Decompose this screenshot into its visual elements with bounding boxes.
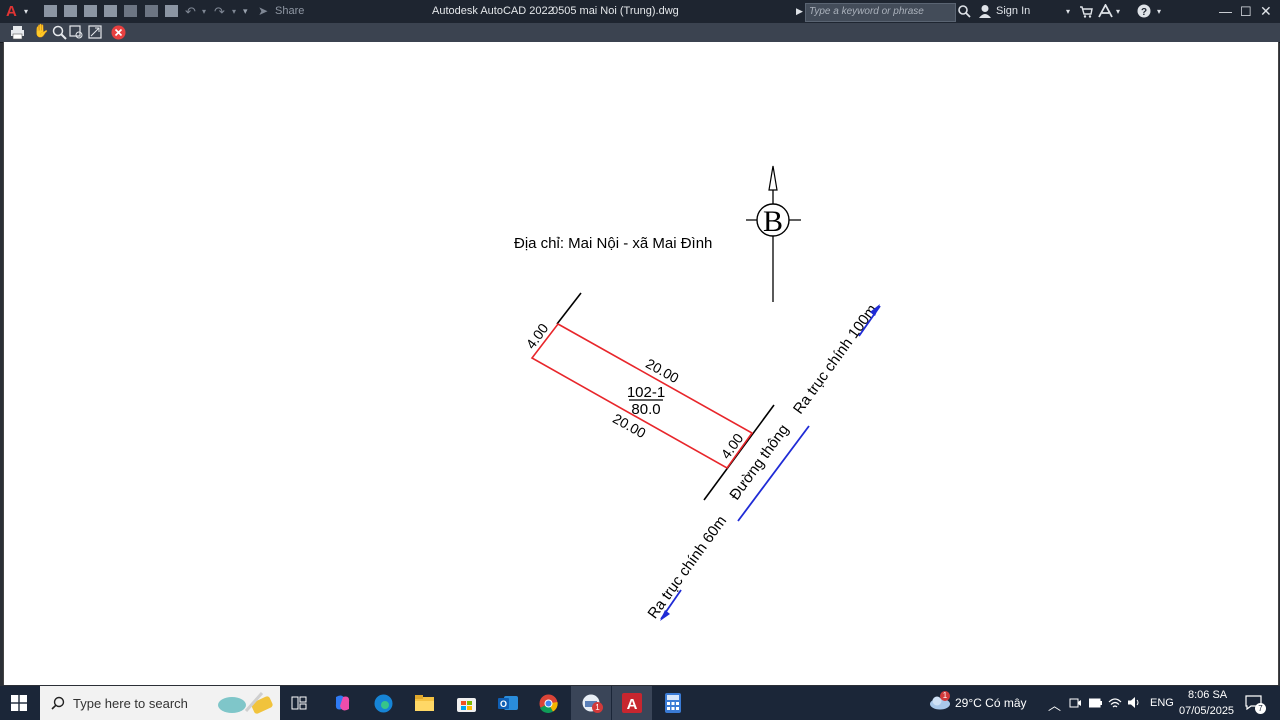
sign-in-dropdown-icon[interactable]: ▾ [1066,0,1070,23]
taskbar-search-placeholder: Type here to search [73,696,188,711]
edge-app[interactable] [363,686,403,720]
share-icon[interactable]: ➤ [258,0,268,23]
help-icon[interactable]: ? [1137,4,1151,18]
clock-date[interactable]: 07/05/2025 [1179,705,1234,717]
title-bar: A ▾ ↶ ▾ ↷ ▾ ▾ ➤ Share Autodesk AutoCAD 2… [0,0,1280,23]
file-name: 0505 mai Noi (Trung).dwg [552,5,679,17]
outlook-app[interactable]: O [487,686,527,720]
outlook-icon: O [498,696,518,710]
user-icon[interactable] [978,4,992,18]
north-label: B [763,205,783,238]
copilot-icon [335,695,350,711]
close-window-icon[interactable]: ✕ [1260,0,1272,23]
plot-icon[interactable] [165,5,178,17]
search-icon[interactable] [958,5,971,18]
weather-text[interactable]: 29°C Có mây [955,696,1027,710]
edge-icon [374,694,393,713]
minimize-icon[interactable]: — [1219,0,1232,23]
drawing-svg: B Địa chỉ: Mai Nội - xã Mai Đình 102-1 8… [514,165,881,622]
boundary-line-top [556,292,582,325]
svg-text:O: O [500,699,507,709]
save-icon[interactable] [84,5,97,17]
pan-hand-icon[interactable]: ✋ [33,23,49,38]
open-file-icon[interactable] [64,5,77,17]
wifi-icon[interactable] [1108,696,1122,709]
mail-app[interactable]: 1 [571,686,611,720]
task-view-icon[interactable] [291,696,307,710]
autocad-app[interactable]: A [612,686,652,720]
open-from-web-icon[interactable] [124,5,137,17]
store-app[interactable] [446,686,486,720]
zoom-window-icon[interactable] [69,25,84,40]
preview-toolbar: ✋ [0,23,1280,43]
zoom-icon[interactable] [52,25,67,40]
file-explorer-app[interactable] [404,686,444,720]
store-icon [457,698,476,712]
folder-icon [415,695,434,711]
clock-time[interactable]: 8:06 SA [1188,689,1227,701]
undo-dropdown-icon[interactable]: ▾ [202,0,206,23]
calculator-icon [665,693,681,713]
chrome-app[interactable] [528,686,568,720]
volume-icon[interactable] [1127,696,1141,709]
expand-search-icon[interactable]: ▶ [796,0,803,23]
battery-icon[interactable] [1089,698,1102,708]
svg-text:?: ? [1141,7,1147,18]
weather-badge: 1 [940,691,950,701]
windows-start-icon[interactable] [11,695,27,711]
customize-toolbar-icon[interactable]: ▾ [243,0,248,23]
autocad-taskbar-icon: A [622,693,642,713]
road-direction-bottom-label: Ra trục chính 60m [644,513,730,622]
windows-taskbar: Type here to search O 1 A 1 29°C Có mây … [0,686,1280,720]
redo-icon[interactable]: ↷ [214,0,225,23]
mail-badge: 1 [592,702,603,713]
sign-in-button[interactable]: Sign In [996,0,1030,23]
help-search-placeholder: Type a keyword or phrase [809,6,924,17]
dimension-top-side: 20.00 [643,355,682,386]
new-file-icon[interactable] [44,5,57,17]
cart-icon[interactable] [1079,5,1093,18]
search-highlight-icon [218,692,273,714]
autodesk-a360-icon[interactable] [1098,4,1113,18]
help-dropdown-icon[interactable]: ▾ [1157,0,1161,23]
drawing-canvas[interactable]: B Địa chỉ: Mai Nội - xã Mai Đình 102-1 8… [3,42,1279,685]
autocad-logo-icon[interactable]: A [6,0,17,23]
zoom-original-icon[interactable] [88,25,103,40]
close-preview-icon[interactable] [111,25,126,40]
meet-now-icon[interactable] [1069,697,1081,709]
address-label: Địa chỉ: Mai Nội - xã Mai Đình [514,235,712,252]
print-icon[interactable] [10,25,25,40]
parcel-id: 102-1 [627,384,665,401]
save-to-web-icon[interactable] [145,5,158,17]
notification-badge: 7 [1255,703,1266,714]
road-direction-top-label: Ra trục chính 100m [790,301,881,417]
parcel-area: 80.0 [631,401,660,418]
taskbar-search-icon [51,696,65,710]
a360-dropdown-icon[interactable]: ▾ [1116,0,1120,23]
app-title: Autodesk AutoCAD 2022 [432,5,554,17]
undo-icon[interactable]: ↶ [185,0,196,23]
copilot-app[interactable] [322,686,362,720]
show-hidden-icons-icon[interactable]: ︿ [1048,695,1061,714]
maximize-icon[interactable]: ☐ [1240,0,1252,23]
taskbar-search-box[interactable]: Type here to search [40,686,280,720]
help-search-input[interactable]: Type a keyword or phrase [805,3,956,22]
north-arrow: B [746,165,801,302]
language-indicator[interactable]: ENG [1150,697,1174,709]
app-menu-chevron-icon[interactable]: ▾ [24,0,28,23]
dimension-top-left: 4.00 [522,320,551,352]
chrome-icon [539,694,558,713]
calculator-app[interactable] [653,686,693,720]
redo-dropdown-icon[interactable]: ▾ [232,0,236,23]
share-button[interactable]: Share [275,0,304,23]
svg-text:A: A [627,696,638,713]
save-as-icon[interactable] [104,5,117,17]
